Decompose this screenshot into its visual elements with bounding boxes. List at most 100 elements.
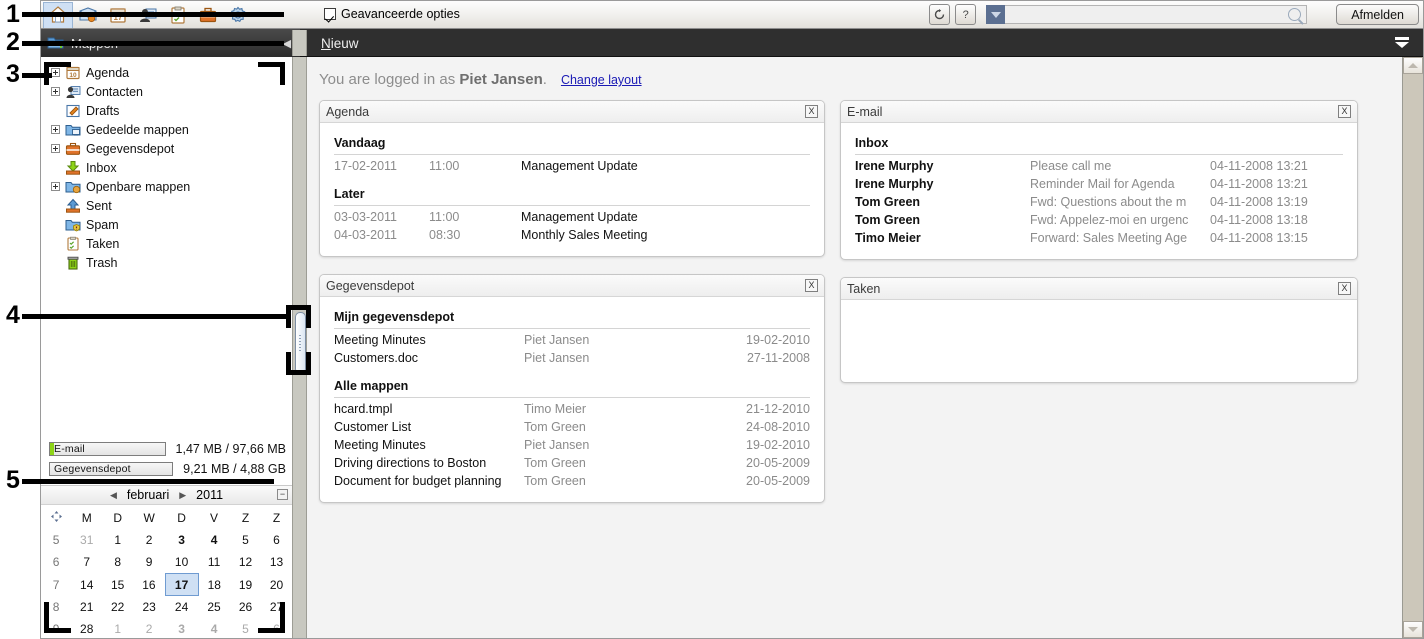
expand-icon[interactable] (51, 144, 60, 153)
calendar-day[interactable]: 2 (133, 618, 165, 638)
table-row[interactable]: hcard.tmpl Timo Meier 21-12-2010 (334, 400, 810, 418)
search-input[interactable] (1005, 5, 1308, 24)
calendar-day[interactable]: 16 (133, 574, 165, 596)
tree-item-label: Contacten (86, 84, 143, 99)
quota-bar-infostore: Gegevensdepot (49, 461, 174, 476)
tree-item-taken[interactable]: Taken (41, 234, 292, 253)
calendar-day[interactable]: 6 (261, 529, 292, 551)
calendar-day[interactable]: 26 (230, 596, 261, 619)
calendar-day-today[interactable]: 17 (164, 573, 199, 596)
table-row[interactable]: 03-03-2011 11:00 Management Update (334, 208, 810, 226)
table-row[interactable]: Irene Murphy Reminder Mail for Agenda 04… (855, 175, 1343, 193)
calendar-day[interactable]: 23 (133, 596, 165, 619)
calendar-day[interactable]: 10 (165, 551, 198, 574)
calendar-day[interactable]: 15 (102, 574, 133, 596)
calendar-day[interactable]: 18 (198, 574, 230, 596)
next-month-button[interactable]: ▶ (179, 490, 186, 501)
toolbar-collapse-button[interactable] (1395, 37, 1409, 48)
logout-button[interactable]: Afmelden (1336, 4, 1419, 25)
tree-item-drafts[interactable]: Drafts (41, 101, 292, 120)
cell-date: 04-11-2008 13:19 (1210, 195, 1308, 209)
annotation-leader-2 (22, 41, 284, 46)
calendar-day[interactable]: 24 (165, 596, 198, 619)
table-row[interactable]: 17-02-2011 11:00 Management Update (334, 157, 810, 175)
close-icon[interactable]: X (1338, 105, 1351, 118)
calendar-day[interactable]: 7 (71, 551, 102, 574)
calendar-day[interactable]: 1 (102, 618, 133, 638)
panel-splitter[interactable] (292, 57, 307, 638)
calendar-day[interactable]: 21 (71, 596, 102, 619)
table-row[interactable]: Driving directions to Boston Tom Green 2… (334, 454, 810, 472)
calendar-day[interactable]: 5 (230, 529, 261, 551)
search-scope-dropdown[interactable] (986, 5, 1006, 24)
calendar-day[interactable]: 4 (198, 618, 230, 638)
tree-item-label: Gegevensdepot (86, 141, 175, 156)
calendar-day[interactable]: 28 (71, 618, 102, 638)
calendar-day[interactable]: 5 (230, 618, 261, 638)
folders-panel: 10 Agenda Contacten Drafts Gedeelde mapp… (41, 57, 292, 638)
scroll-up-button[interactable] (1403, 57, 1423, 74)
tree-item-contacten[interactable]: Contacten (41, 82, 292, 101)
calendar-day[interactable]: 14 (71, 574, 102, 596)
change-layout-link[interactable]: Change layout (561, 73, 642, 87)
calendar-day[interactable]: 20 (261, 574, 292, 596)
calendar-day[interactable]: 3 (165, 618, 198, 638)
vertical-scrollbar[interactable] (1402, 57, 1423, 638)
tree-item-sent[interactable]: Sent (41, 196, 292, 215)
quota-label: Gegevensdepot (54, 462, 131, 475)
calendar-day[interactable]: 22 (102, 596, 133, 619)
table-row[interactable]: Timo Meier Forward: Sales Meeting Age 04… (855, 229, 1343, 247)
calendar-day[interactable]: 12 (230, 551, 261, 574)
cell-date: 04-11-2008 13:15 (1210, 231, 1308, 245)
tree-item-openbare-mappen[interactable]: Openbare mappen (41, 177, 292, 196)
table-row[interactable]: Customers.doc Piet Jansen 27-11-2008 (334, 349, 810, 367)
weekday-header: Z (272, 511, 281, 525)
tree-item-gedeelde-mappen[interactable]: Gedeelde mappen (41, 120, 292, 139)
scroll-down-button[interactable] (1403, 621, 1423, 638)
calendar-day[interactable]: 2 (133, 529, 165, 551)
help-button[interactable]: ? (955, 4, 977, 25)
chevron-down-icon (1395, 42, 1409, 48)
close-icon[interactable]: X (805, 279, 818, 292)
tree-item-inbox[interactable]: Inbox (41, 158, 292, 177)
expand-icon[interactable] (51, 182, 60, 191)
resize-grip-icon[interactable] (50, 510, 63, 523)
table-row[interactable]: Customer List Tom Green 24-08-2010 (334, 418, 810, 436)
calendar-day[interactable]: 25 (198, 596, 230, 619)
annotation-bracket-bl (44, 602, 71, 633)
refresh-button[interactable] (929, 4, 951, 25)
expand-icon[interactable] (51, 87, 60, 96)
table-row[interactable]: Document for budget planning Tom Green 2… (334, 472, 810, 490)
calendar-day[interactable]: 8 (102, 551, 133, 574)
close-icon[interactable]: X (1338, 282, 1351, 295)
calendar-day[interactable]: 19 (230, 574, 261, 596)
tree-item-gegevensdepot[interactable]: Gegevensdepot (41, 139, 292, 158)
tree-item-trash[interactable]: Trash (41, 253, 292, 272)
close-icon[interactable]: X (805, 105, 818, 118)
quota-value: 1,47 MB / 97,66 MB (175, 441, 286, 456)
weekday-header: D (113, 511, 122, 525)
calendar-day[interactable]: 13 (261, 551, 292, 574)
calendar-day[interactable]: 9 (133, 551, 165, 574)
table-row[interactable]: Irene Murphy Please call me 04-11-2008 1… (855, 157, 1343, 175)
splitter-top-segment (292, 30, 307, 56)
table-row[interactable]: Tom Green Fwd: Questions about the m 04-… (855, 193, 1343, 211)
calendar-day[interactable]: 3 (165, 529, 198, 551)
calendar-day[interactable]: 1 (102, 529, 133, 551)
calendar-day[interactable]: 31 (71, 529, 102, 551)
new-button[interactable]: Nieuw (321, 36, 359, 51)
mini-calendar-minimize-button[interactable]: − (277, 489, 288, 500)
tree-item-spam[interactable]: Spam (41, 215, 292, 234)
tree-item-agenda[interactable]: 10 Agenda (41, 63, 292, 82)
cell-owner: Tom Green (524, 456, 586, 470)
table-row[interactable]: Meeting Minutes Piet Jansen 19-02-2010 (334, 436, 810, 454)
login-status-line: You are logged in as Piet Jansen. Change … (307, 57, 1402, 88)
advanced-options-checkbox[interactable]: Geavanceerde opties (324, 7, 460, 21)
table-row[interactable]: Tom Green Fwd: Appelez-moi en urgenc 04-… (855, 211, 1343, 229)
table-row[interactable]: Meeting Minutes Piet Jansen 19-02-2010 (334, 331, 810, 349)
table-row[interactable]: 04-03-2011 08:30 Monthly Sales Meeting (334, 226, 810, 244)
expand-icon[interactable] (51, 125, 60, 134)
calendar-day[interactable]: 11 (198, 551, 230, 574)
calendar-day[interactable]: 4 (198, 529, 230, 551)
prev-month-button[interactable]: ◀ (110, 490, 117, 501)
